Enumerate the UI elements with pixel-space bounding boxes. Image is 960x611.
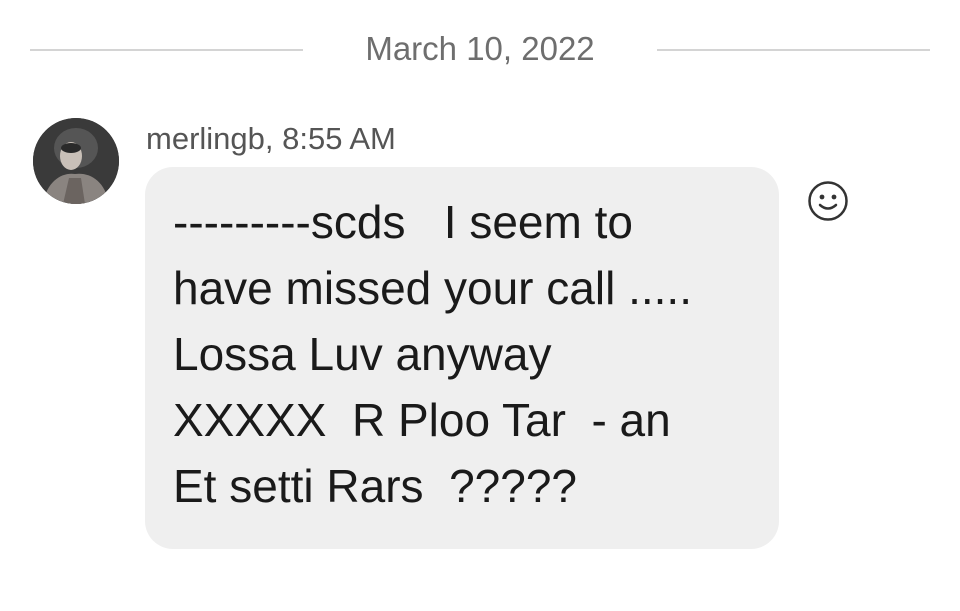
avatar-photo-icon bbox=[33, 118, 119, 204]
date-label: March 10, 2022 bbox=[365, 30, 595, 67]
divider-line-left bbox=[30, 49, 303, 51]
date-divider: March 10, 2022 bbox=[0, 22, 960, 78]
message-bubble[interactable]: ---------scds I seem to have missed your… bbox=[145, 167, 779, 549]
divider-line-right bbox=[657, 49, 930, 51]
message-header: merlingb, 8:55 AM bbox=[146, 121, 396, 156]
message-text: ---------scds I seem to have missed your… bbox=[173, 196, 692, 512]
react-smiley-icon[interactable] bbox=[807, 180, 849, 222]
sender-avatar[interactable] bbox=[33, 118, 119, 204]
